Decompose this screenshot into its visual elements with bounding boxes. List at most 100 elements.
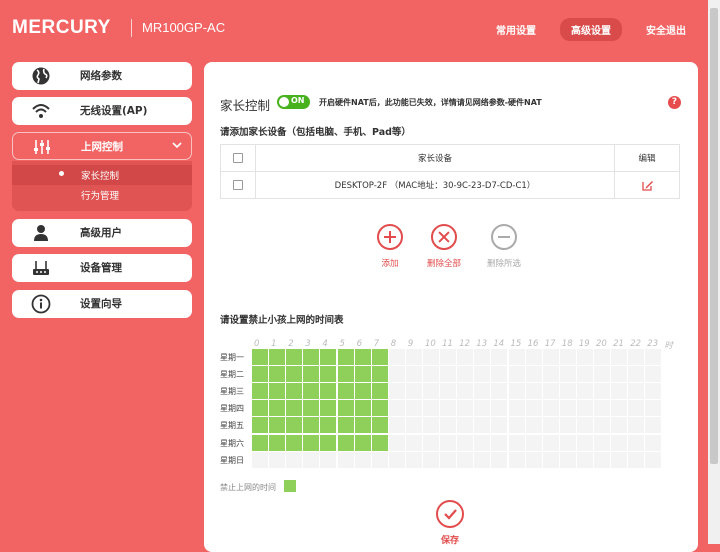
schedule-cell[interactable]: [594, 400, 610, 417]
schedule-cell[interactable]: [542, 434, 559, 451]
schedule-cell[interactable]: [286, 417, 303, 434]
schedule-cell[interactable]: [440, 383, 457, 400]
schedule-cell[interactable]: [320, 451, 337, 468]
schedule-cell[interactable]: [474, 417, 491, 434]
save-button[interactable]: 保存: [435, 500, 465, 546]
schedule-cell[interactable]: [405, 434, 422, 451]
schedule-cell[interactable]: [559, 417, 576, 434]
schedule-cell[interactable]: [286, 349, 303, 365]
schedule-cell[interactable]: [611, 349, 628, 365]
schedule-cell[interactable]: [320, 366, 337, 383]
schedule-cell[interactable]: [645, 417, 662, 434]
schedule-cell[interactable]: [474, 400, 491, 417]
schedule-cell[interactable]: [508, 434, 525, 451]
schedule-cell[interactable]: [628, 400, 645, 417]
schedule-cell[interactable]: [491, 451, 508, 468]
schedule-cell[interactable]: [491, 417, 508, 434]
schedule-cell[interactable]: [525, 451, 542, 468]
schedule-cell[interactable]: [628, 451, 645, 468]
schedule-cell[interactable]: [405, 349, 422, 365]
schedule-cell[interactable]: [474, 349, 491, 365]
schedule-cell[interactable]: [594, 451, 610, 468]
schedule-cell[interactable]: [354, 434, 371, 451]
schedule-cell[interactable]: [457, 366, 474, 383]
schedule-cell[interactable]: [423, 451, 439, 468]
schedule-cell[interactable]: [474, 366, 491, 383]
schedule-cell[interactable]: [594, 366, 610, 383]
sidebar-item-device-management[interactable]: 设备管理: [12, 254, 192, 282]
sidebar-item-advanced-users[interactable]: 高级用户: [12, 219, 192, 247]
submenu-item-parental-control[interactable]: 家长控制: [81, 168, 119, 182]
schedule-cell[interactable]: [542, 451, 559, 468]
schedule-cell[interactable]: [559, 383, 576, 400]
schedule-cell[interactable]: [423, 417, 439, 434]
schedule-cell[interactable]: [252, 349, 268, 365]
schedule-cell[interactable]: [576, 434, 593, 451]
schedule-cell[interactable]: [628, 366, 645, 383]
schedule-cell[interactable]: [252, 366, 268, 383]
schedule-cell[interactable]: [371, 434, 388, 451]
schedule-cell[interactable]: [286, 383, 303, 400]
schedule-cell[interactable]: [320, 400, 337, 417]
schedule-cell[interactable]: [269, 434, 286, 451]
row-checkbox[interactable]: [233, 179, 243, 190]
schedule-cell[interactable]: [611, 417, 628, 434]
schedule-cell[interactable]: [508, 349, 525, 365]
schedule-cell[interactable]: [628, 349, 645, 365]
schedule-cell[interactable]: [611, 383, 628, 400]
schedule-cell[interactable]: [525, 349, 542, 365]
schedule-cell[interactable]: [423, 383, 439, 400]
schedule-cell[interactable]: [457, 349, 474, 365]
schedule-cell[interactable]: [286, 451, 303, 468]
schedule-cell[interactable]: [611, 366, 628, 383]
schedule-cell[interactable]: [388, 349, 405, 365]
schedule-cell[interactable]: [388, 434, 405, 451]
schedule-cell[interactable]: [440, 434, 457, 451]
schedule-cell[interactable]: [457, 417, 474, 434]
schedule-cell[interactable]: [508, 400, 525, 417]
schedule-cell[interactable]: [508, 451, 525, 468]
schedule-cell[interactable]: [457, 434, 474, 451]
schedule-cell[interactable]: [611, 451, 628, 468]
scrollbar-thumb[interactable]: [710, 8, 718, 464]
schedule-cell[interactable]: [628, 417, 645, 434]
schedule-cell[interactable]: [371, 383, 388, 400]
schedule-cell[interactable]: [252, 451, 268, 468]
schedule-cell[interactable]: [337, 417, 354, 434]
schedule-cell[interactable]: [645, 400, 662, 417]
schedule-cell[interactable]: [645, 349, 662, 365]
schedule-cell[interactable]: [491, 383, 508, 400]
schedule-cell[interactable]: [423, 366, 439, 383]
schedule-cell[interactable]: [423, 434, 439, 451]
schedule-cell[interactable]: [508, 383, 525, 400]
nav-logout[interactable]: 安全退出: [646, 22, 686, 37]
schedule-cell[interactable]: [269, 451, 286, 468]
schedule-cell[interactable]: [508, 366, 525, 383]
schedule-cell[interactable]: [286, 400, 303, 417]
schedule-cell[interactable]: [405, 366, 422, 383]
schedule-cell[interactable]: [576, 349, 593, 365]
schedule-cell[interactable]: [474, 451, 491, 468]
schedule-cell[interactable]: [337, 434, 354, 451]
schedule-cell[interactable]: [252, 434, 268, 451]
schedule-cell[interactable]: [269, 366, 286, 383]
schedule-cell[interactable]: [440, 451, 457, 468]
schedule-cell[interactable]: [320, 383, 337, 400]
parental-control-toggle[interactable]: ON: [277, 95, 310, 109]
schedule-cell[interactable]: [576, 400, 593, 417]
schedule-cell[interactable]: [491, 400, 508, 417]
schedule-cell[interactable]: [320, 434, 337, 451]
schedule-cell[interactable]: [252, 417, 268, 434]
schedule-cell[interactable]: [303, 366, 320, 383]
schedule-cell[interactable]: [576, 383, 593, 400]
schedule-cell[interactable]: [388, 383, 405, 400]
schedule-cell[interactable]: [337, 400, 354, 417]
schedule-cell[interactable]: [525, 434, 542, 451]
schedule-cell[interactable]: [269, 349, 286, 365]
schedule-cell[interactable]: [354, 451, 371, 468]
schedule-cell[interactable]: [388, 366, 405, 383]
schedule-cell[interactable]: [508, 417, 525, 434]
schedule-cell[interactable]: [440, 366, 457, 383]
schedule-cell[interactable]: [388, 417, 405, 434]
submenu-item-behavior-management[interactable]: 行为管理: [81, 188, 119, 202]
